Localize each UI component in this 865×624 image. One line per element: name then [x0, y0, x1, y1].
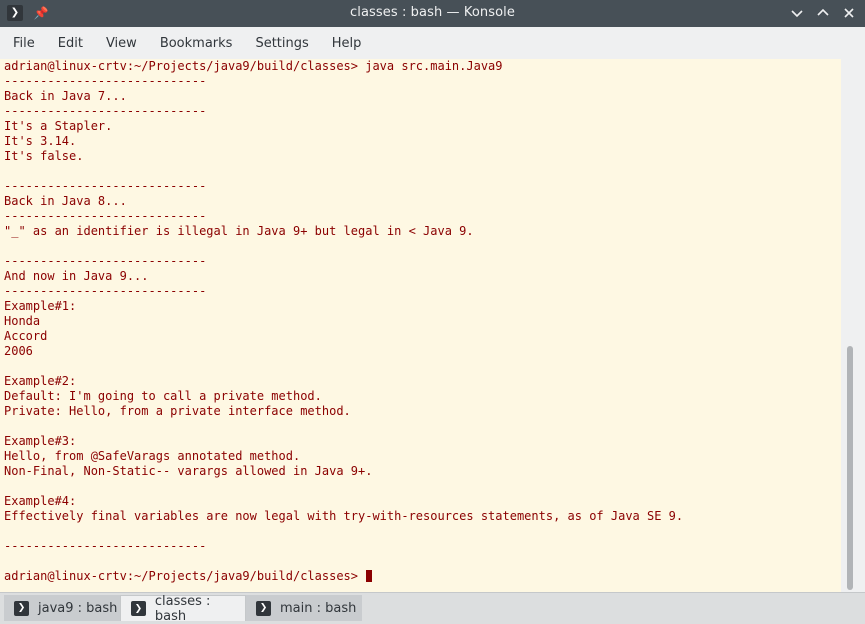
terminal-output[interactable]: adrian@linux-crtv:~/Projects/java9/build…	[0, 59, 841, 592]
close-icon[interactable]	[840, 4, 858, 22]
tab-label: classes : bash	[154, 593, 211, 624]
terminal-line: It's false.	[4, 149, 84, 163]
text-cursor	[366, 570, 373, 582]
menu-bookmarks[interactable]: Bookmarks	[147, 36, 243, 51]
terminal-line: Example#4:	[4, 494, 77, 508]
tab-bar: ❯ java9 : bash ❯ classes : bash ❯ main :…	[0, 592, 865, 624]
menu-edit[interactable]: Edit	[45, 36, 93, 51]
terminal-line: ----------------------------	[4, 209, 207, 223]
terminal-prompt-icon: ❯	[256, 600, 271, 616]
terminal-line: ----------------------------	[4, 284, 207, 298]
tab-classes-bash[interactable]: ❯ classes : bash	[120, 593, 246, 624]
terminal-prompt-icon: ❯	[131, 601, 146, 616]
terminal-line: adrian@linux-crtv:~/Projects/java9/build…	[4, 59, 503, 73]
title-bar: ❯ 📌 classes : bash — Konsole	[0, 0, 865, 27]
terminal-line: It's a Stapler.	[4, 119, 113, 133]
terminal-line: Default: I'm going to call a private met…	[4, 389, 322, 403]
terminal-prompt-line: adrian@linux-crtv:~/Projects/java9/build…	[4, 569, 683, 584]
terminal-line: Example#2:	[4, 374, 77, 388]
terminal-lines: adrian@linux-crtv:~/Projects/java9/build…	[4, 59, 683, 584]
terminal-line: Example#3:	[4, 434, 77, 448]
tab-main-bash[interactable]: ❯ main : bash	[246, 595, 362, 621]
terminal-line: Example#1:	[4, 299, 77, 313]
terminal-line: It's 3.14.	[4, 134, 77, 148]
menu-view[interactable]: View	[93, 36, 147, 51]
tab-label: java9 : bash	[38, 600, 118, 616]
terminal-line: Honda	[4, 314, 41, 328]
menu-settings[interactable]: Settings	[242, 36, 318, 51]
terminal-line: Private: Hello, from a private interface…	[4, 404, 351, 418]
terminal-line: "_" as an identifier is illegal in Java …	[4, 224, 474, 238]
minimize-icon[interactable]	[788, 4, 806, 22]
menu-file[interactable]: File	[0, 36, 45, 51]
terminal-line: Back in Java 8...	[4, 194, 127, 208]
menu-bar: File Edit View Bookmarks Settings Help	[0, 27, 865, 59]
terminal-line: Back in Java 7...	[4, 89, 127, 103]
terminal-line: Accord	[4, 329, 48, 343]
terminal-line: ----------------------------	[4, 254, 207, 268]
terminal-line: ----------------------------	[4, 104, 207, 118]
prompt-text: adrian@linux-crtv:~/Projects/java9/build…	[4, 569, 366, 583]
scrollbar[interactable]	[841, 59, 865, 592]
terminal-prompt-icon: ❯	[14, 600, 29, 616]
terminal-line: And now in Java 9...	[4, 269, 149, 283]
menu-help[interactable]: Help	[319, 36, 372, 51]
scrollbar-thumb[interactable]	[847, 346, 853, 590]
terminal-line: ----------------------------	[4, 539, 207, 553]
terminal-line: 2006	[4, 344, 33, 358]
tab-label: main : bash	[280, 600, 357, 616]
terminal-line: Non-Final, Non-Static-- varargs allowed …	[4, 464, 373, 478]
terminal-line: ----------------------------	[4, 179, 207, 193]
terminal-line: ----------------------------	[4, 74, 207, 88]
terminal-line: Hello, from @SafeVarags annotated method…	[4, 449, 301, 463]
terminal-line: Effectively final variables are now lega…	[4, 509, 684, 523]
maximize-icon[interactable]	[814, 4, 832, 22]
window-title: classes : bash — Konsole	[350, 5, 515, 20]
tab-java9-bash[interactable]: ❯ java9 : bash	[4, 595, 120, 621]
